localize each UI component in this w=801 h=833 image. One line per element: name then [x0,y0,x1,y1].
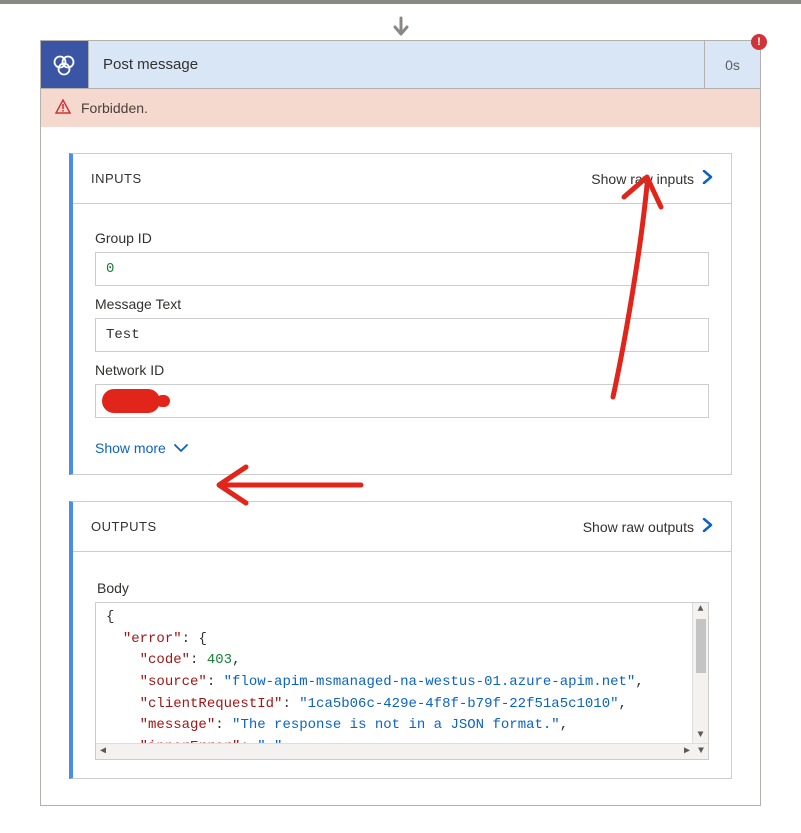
network-id-value[interactable] [95,384,709,418]
card-timing: 0s [704,41,760,88]
chevron-down-icon [174,440,188,456]
forbidden-text: Forbidden. [81,100,148,116]
scroll-down-icon[interactable]: ▼ [697,729,703,743]
outputs-section-label: OUTPUTS [91,519,583,534]
chevron-right-icon [702,170,713,187]
scroll-right-icon[interactable]: ▶ [680,744,694,760]
flow-arrow-down [0,14,801,40]
body-json-content: { "error": { "code": 403, "source": "flo… [96,603,708,760]
show-more-link[interactable]: Show more [95,440,709,456]
group-id-value[interactable]: 0 [95,252,709,286]
yammer-icon [41,41,89,88]
show-raw-outputs-link[interactable]: Show raw outputs [583,518,713,535]
inputs-section: INPUTS Show raw inputs Group ID 0 Messag… [69,153,732,475]
message-text-value[interactable]: Test [95,318,709,352]
show-raw-inputs-text: Show raw inputs [591,171,694,187]
network-id-label: Network ID [95,362,709,378]
show-raw-outputs-text: Show raw outputs [583,519,694,535]
inputs-section-label: INPUTS [91,171,591,186]
forbidden-banner: Forbidden. [41,89,760,127]
error-badge-icon: ! [751,34,767,50]
action-card: ! Post message 0s Forbidden. INP [40,40,761,806]
scroll-thumb[interactable] [696,619,706,673]
scroll-up-icon[interactable]: ▲ [697,603,703,617]
card-header[interactable]: Post message 0s [41,41,760,89]
vertical-scrollbar[interactable]: ▲ ▼ [692,603,708,743]
show-raw-inputs-link[interactable]: Show raw inputs [591,170,713,187]
card-title: Post message [89,41,704,88]
group-id-label: Group ID [95,230,709,246]
top-divider [0,0,801,4]
body-json[interactable]: { "error": { "code": 403, "source": "flo… [95,602,709,760]
scroll-left-icon[interactable]: ◀ [96,744,110,760]
warning-triangle-icon [55,99,71,118]
scroll-down-corner-icon: ▼ [694,744,708,760]
outputs-section: OUTPUTS Show raw outputs Body { "error":… [69,501,732,779]
horizontal-scrollbar[interactable]: ◀ ▶ ▼ [96,743,708,759]
message-text-label: Message Text [95,296,709,312]
show-more-text: Show more [95,440,166,456]
redaction-mark [102,389,160,413]
body-label: Body [97,580,707,596]
chevron-right-icon [702,518,713,535]
